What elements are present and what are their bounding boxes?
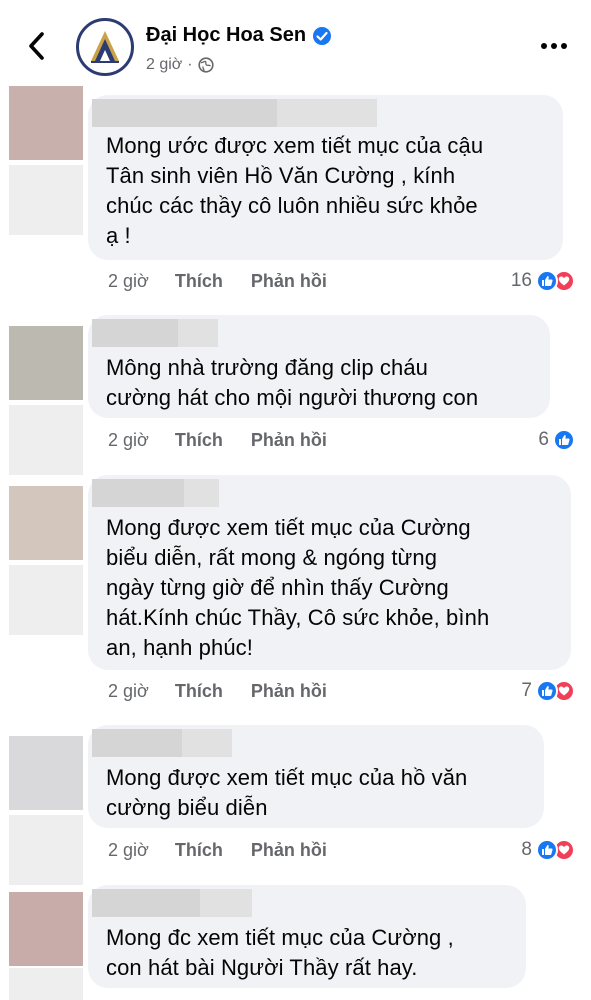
comment-text: Mong đc xem tiết mục của Cường , con hát…	[106, 923, 454, 983]
comment-text: Mong được xem tiết mục của Cường biểu di…	[106, 513, 489, 663]
like-button[interactable]: Thích	[175, 681, 223, 702]
comment-line: chúc các thầy cô luôn nhiều sức khỏe	[106, 193, 478, 218]
comment-time[interactable]: 2 giờ	[108, 681, 149, 702]
comment-line: cường biểu diễn	[106, 795, 268, 820]
comment-line: Mông nhà trường đăng clip cháu	[106, 355, 429, 380]
avatar-placeholder	[9, 565, 83, 635]
like-reaction-icon	[536, 270, 558, 292]
comment-bubble: Mong đc xem tiết mục của Cường , con hát…	[88, 885, 526, 988]
page-avatar-logo[interactable]	[76, 18, 134, 76]
more-options-button[interactable]	[539, 34, 569, 58]
back-chevron-icon	[29, 32, 44, 60]
blurred-commenter-name	[92, 479, 219, 507]
comment-line: biểu diễn, rất mong & ngóng từng	[106, 545, 438, 570]
blurred-commenter-name	[92, 889, 252, 917]
reaction-summary[interactable]: 7	[521, 677, 575, 705]
like-button[interactable]: Thích	[175, 840, 223, 861]
reaction-count: 7	[521, 680, 532, 701]
reply-button[interactable]: Phản hồi	[251, 271, 327, 292]
page-name[interactable]: Đại Học Hoa Sen	[146, 24, 306, 47]
reaction-summary[interactable]: 6	[538, 426, 575, 454]
commenter-avatar[interactable]	[9, 86, 83, 160]
post-time[interactable]: 2 giờ	[146, 56, 182, 74]
comment-actions: 2 giờ Thích Phản hồi	[108, 428, 327, 452]
comment-bubble: Mong ước được xem tiết mục của cậu Tân s…	[88, 95, 563, 260]
blurred-commenter-name	[92, 99, 377, 127]
reaction-count: 8	[521, 839, 532, 860]
hoa-sen-logo-icon	[80, 22, 130, 72]
page-name-row: Đại Học Hoa Sen	[146, 24, 332, 47]
comment-line: Mong đc xem tiết mục của Cường ,	[106, 925, 454, 950]
commenter-avatar[interactable]	[9, 486, 83, 560]
comment-bubble: Mong được xem tiết mục của hồ văn cường …	[88, 725, 544, 828]
comment-line: ạ !	[106, 223, 131, 248]
like-reaction-icon	[536, 680, 558, 702]
commenter-avatar[interactable]	[9, 736, 83, 810]
comment-time[interactable]: 2 giờ	[108, 271, 149, 292]
reaction-count: 16	[510, 270, 532, 291]
commenter-avatar[interactable]	[9, 326, 83, 400]
comment-bubble: Mông nhà trường đăng clip cháu cường hát…	[88, 315, 550, 418]
commenter-avatar[interactable]	[9, 892, 83, 966]
comment-time[interactable]: 2 giờ	[108, 840, 149, 861]
comment-bubble: Mong được xem tiết mục của Cường biểu di…	[88, 475, 571, 670]
reply-button[interactable]: Phản hồi	[251, 681, 327, 702]
comment-line: cường hát cho mội người thương con	[106, 385, 479, 410]
comment-line: Mong được xem tiết mục của Cường	[106, 515, 471, 540]
like-button[interactable]: Thích	[175, 271, 223, 292]
comment-text: Mong được xem tiết mục của hồ văn cường …	[106, 763, 467, 823]
comment-line: con hát bài Người Thầy rất hay.	[106, 955, 418, 980]
avatar-placeholder	[9, 405, 83, 475]
more-dots-icon	[541, 43, 567, 49]
verified-badge-icon	[312, 26, 332, 46]
reaction-summary[interactable]: 16	[511, 267, 575, 295]
back-button[interactable]	[22, 28, 52, 64]
avatar-placeholder	[9, 815, 83, 885]
reaction-summary[interactable]: 8	[521, 836, 575, 864]
blurred-commenter-name	[92, 319, 218, 347]
reply-button[interactable]: Phản hồi	[251, 840, 327, 861]
like-button[interactable]: Thích	[175, 430, 223, 451]
like-reaction-icon	[553, 429, 575, 451]
comment-line: Mong ước được xem tiết mục của cậu	[106, 133, 484, 158]
comment-line: an, hạnh phúc!	[106, 635, 253, 660]
comment-line: hát.Kính chúc Thầy, Cô sức khỏe, bình	[106, 605, 490, 630]
comment-text: Mông nhà trường đăng clip cháu cường hát…	[106, 353, 478, 413]
comment-line: ngày từng giờ để nhìn thấy Cường	[106, 575, 449, 600]
comment-actions: 2 giờ Thích Phản hồi	[108, 838, 327, 862]
comment-text: Mong ước được xem tiết mục của cậu Tân s…	[106, 131, 483, 251]
blurred-commenter-name	[92, 729, 232, 757]
comment-actions: 2 giờ Thích Phản hồi	[108, 679, 327, 703]
comment-actions: 2 giờ Thích Phản hồi	[108, 269, 327, 293]
post-meta: 2 giờ ·	[146, 56, 214, 74]
comment-line: Tân sinh viên Hồ Văn Cường , kính	[106, 163, 456, 188]
post-header: Đại Học Hoa Sen 2 giờ ·	[0, 0, 591, 90]
like-reaction-icon	[536, 839, 558, 861]
reply-button[interactable]: Phản hồi	[251, 430, 327, 451]
reaction-count: 6	[538, 429, 549, 450]
avatar-placeholder	[9, 165, 83, 235]
avatar-placeholder	[9, 968, 83, 1000]
comment-line: Mong được xem tiết mục của hồ văn	[106, 765, 468, 790]
comment-time[interactable]: 2 giờ	[108, 430, 149, 451]
globe-icon	[198, 57, 214, 73]
meta-separator: ·	[187, 56, 193, 73]
